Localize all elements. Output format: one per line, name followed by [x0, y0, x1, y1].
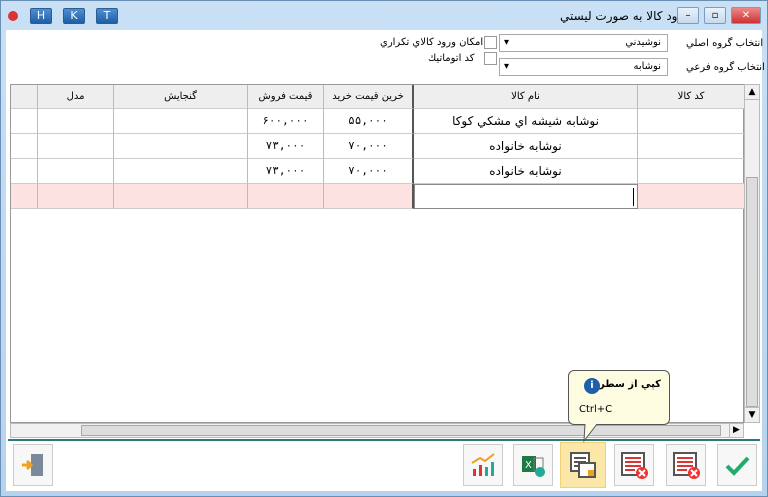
sub-group-value: نوشابه: [633, 61, 661, 72]
k-button[interactable]: K: [63, 8, 85, 24]
h-button[interactable]: H: [30, 8, 52, 24]
tooltip-shortcut: Ctrl+C: [579, 404, 613, 415]
auto-code-checkbox[interactable]: [484, 52, 497, 65]
header-model[interactable]: مدل: [38, 85, 114, 109]
cell-sell-price[interactable]: ۶۰۰,۰۰۰: [248, 109, 324, 134]
cell-code[interactable]: [638, 159, 745, 184]
text-cursor: [633, 188, 634, 206]
header-name[interactable]: نام كالا: [414, 85, 638, 109]
allow-duplicate-checkbox[interactable]: [484, 36, 497, 49]
cell-sell-price[interactable]: ۷۳,۰۰۰: [248, 134, 324, 159]
close-button[interactable]: ✕: [731, 7, 761, 24]
exit-button[interactable]: [13, 444, 53, 486]
dropdown-arrow-icon: ▾: [504, 37, 510, 48]
excel-export-button[interactable]: X: [513, 444, 553, 486]
maximize-button[interactable]: ▫: [704, 7, 726, 24]
t-button[interactable]: T: [96, 8, 118, 24]
allow-duplicate-label: امكان ورود كالاي تكراري: [380, 37, 484, 48]
cell-name[interactable]: نوشابه خانواده: [414, 159, 638, 184]
row-blank: [11, 109, 38, 134]
delete-row-button[interactable]: [614, 444, 654, 486]
row-blank: [11, 134, 38, 159]
header-capacity[interactable]: گنجايش: [114, 85, 248, 109]
delete-list-icon: [621, 452, 648, 479]
new-cell-sell-price[interactable]: [248, 184, 324, 209]
cell-capacity[interactable]: [114, 134, 248, 159]
minimize-button[interactable]: –: [677, 7, 699, 24]
info-icon: i: [584, 378, 600, 394]
cell-name[interactable]: نوشابه خانواده: [414, 134, 638, 159]
scroll-down-icon[interactable]: ▼: [745, 407, 759, 422]
row-blank: [11, 184, 38, 209]
copy-row-icon: [570, 452, 596, 478]
cell-model[interactable]: [38, 134, 114, 159]
cell-code[interactable]: [638, 109, 745, 134]
scroll-right-icon[interactable]: ▶: [729, 424, 743, 437]
sub-group-select[interactable]: نوشابه ▾: [499, 58, 668, 76]
new-cell-model[interactable]: [38, 184, 114, 209]
new-cell-buy-price[interactable]: [324, 184, 414, 209]
cell-buy-price[interactable]: ۵۵,۰۰۰: [324, 109, 414, 134]
tooltip-pointer: [583, 423, 598, 443]
cell-buy-price[interactable]: ۷۰,۰۰۰: [324, 159, 414, 184]
new-cell-code[interactable]: [638, 184, 745, 209]
cell-capacity[interactable]: [114, 109, 248, 134]
main-group-label: انتخاب گروه اصلي: [686, 38, 764, 49]
main-group-value: نوشيدني: [625, 37, 661, 48]
cell-code[interactable]: [638, 134, 745, 159]
svg-text:X: X: [525, 460, 532, 471]
scroll-up-icon[interactable]: ▲: [745, 85, 759, 100]
new-cell-capacity[interactable]: [114, 184, 248, 209]
vertical-scrollbar[interactable]: ▲ ▼: [744, 84, 760, 423]
cell-model[interactable]: [38, 159, 114, 184]
tooltip-title: كپي از سطر: [599, 379, 661, 390]
copy-row-button[interactable]: [560, 442, 606, 488]
dropdown-arrow-icon: ▾: [504, 61, 510, 72]
delete-list-icon: [673, 452, 700, 479]
header-buy-price[interactable]: خرين قيمت خريد: [324, 85, 414, 109]
cell-model[interactable]: [38, 109, 114, 134]
cell-sell-price[interactable]: ۷۳,۰۰۰: [248, 159, 324, 184]
confirm-button[interactable]: [717, 444, 757, 486]
header-blank: [11, 85, 38, 109]
scroll-thumb[interactable]: [746, 177, 758, 407]
delete-all-button[interactable]: [666, 444, 706, 486]
sub-group-label: انتخاب گروه فرعي: [686, 62, 765, 73]
main-group-select[interactable]: نوشيدني ▾: [499, 34, 668, 52]
header-code[interactable]: كد كالا: [638, 85, 745, 109]
window-title: ورود کالا به صورت ليستي: [560, 9, 690, 23]
exit-door-icon: [22, 454, 43, 476]
horizontal-scrollbar[interactable]: ▶: [10, 423, 744, 438]
row-blank: [11, 159, 38, 184]
excel-icon: X: [522, 456, 545, 477]
checkmark-icon: [725, 456, 750, 476]
auto-code-label: كد اتوماتيك: [428, 53, 475, 64]
divider: [8, 439, 760, 441]
chart-icon: [471, 453, 495, 476]
cell-buy-price[interactable]: ۷۰,۰۰۰: [324, 134, 414, 159]
header-sell-price[interactable]: قيمت فروش: [248, 85, 324, 109]
cell-capacity[interactable]: [114, 159, 248, 184]
new-cell-name-input[interactable]: [414, 184, 638, 209]
app-icon: [8, 11, 18, 21]
hscroll-thumb[interactable]: [81, 425, 721, 436]
tooltip: كپي از سطر i Ctrl+C: [568, 370, 670, 425]
cell-name[interactable]: نوشابه شيشه اي مشكي كوكا: [414, 109, 638, 134]
chart-button[interactable]: [463, 444, 503, 486]
